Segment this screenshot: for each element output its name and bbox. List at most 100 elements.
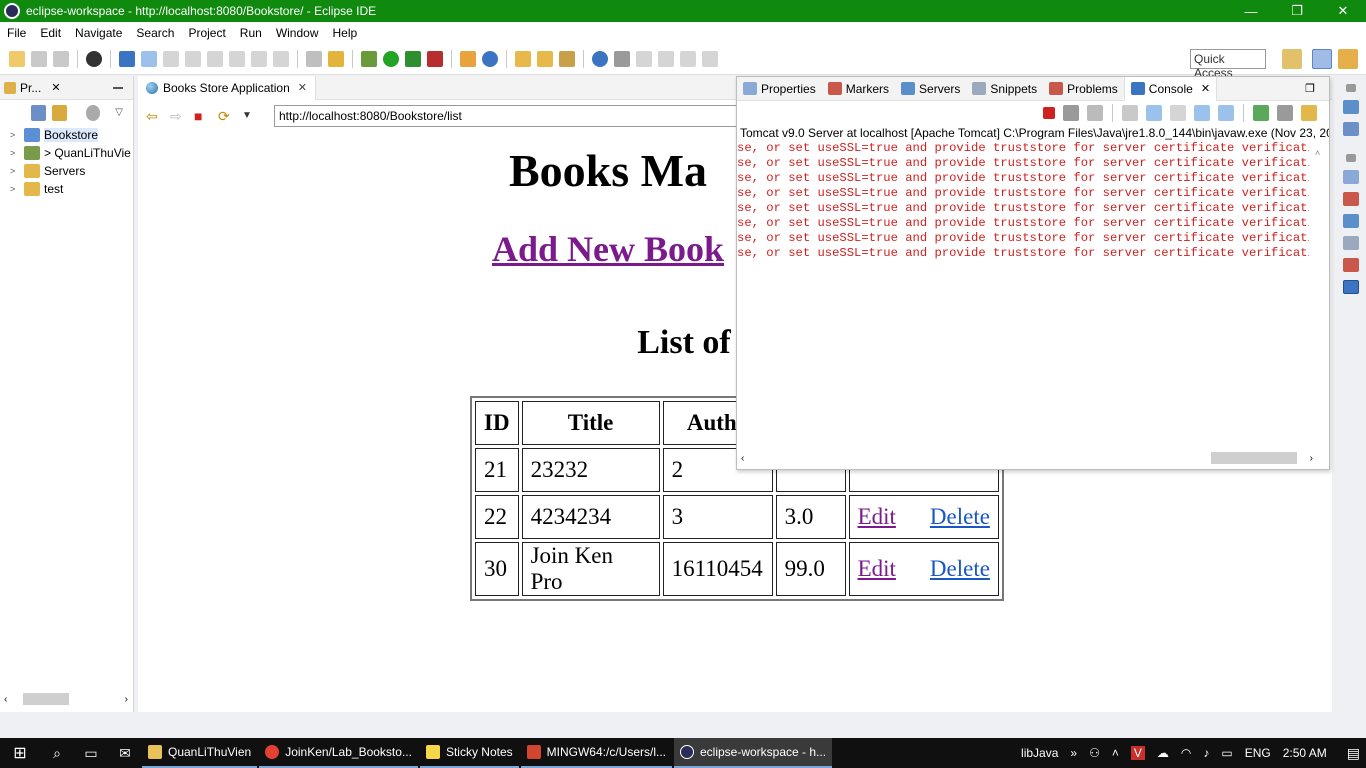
java-perspective-icon[interactable] <box>1338 49 1358 69</box>
outline-icon[interactable] <box>1343 122 1359 136</box>
tab-properties[interactable]: Properties <box>737 77 822 101</box>
tab-books-store-application[interactable]: Books Store Application ✕ <box>138 75 316 100</box>
back-arrow-icon[interactable]: ⇦ <box>146 108 162 124</box>
show-hidden-icons-icon[interactable]: ˄ <box>1112 746 1119 760</box>
suspend-icon[interactable] <box>185 50 201 67</box>
restore-button[interactable]: ❐ <box>1274 0 1320 22</box>
edit-link[interactable]: Edit <box>858 556 896 581</box>
collapse-all-icon[interactable] <box>31 105 46 121</box>
previous-annotation-icon[interactable] <box>658 50 674 67</box>
markers-icon[interactable] <box>1343 192 1359 206</box>
language-indicator[interactable]: ENG <box>1245 746 1271 760</box>
horizontal-scrollbar[interactable]: ‹ › <box>4 692 128 706</box>
menu-navigate[interactable]: Navigate <box>68 26 129 40</box>
pin-console-icon[interactable] <box>1253 105 1269 121</box>
display-selected-console-icon[interactable] <box>1277 105 1293 121</box>
vertical-scrollbar[interactable]: ˄ <box>1315 145 1325 449</box>
remove-all-icon[interactable] <box>1087 105 1103 121</box>
tab-markers[interactable]: Markers <box>822 77 895 101</box>
close-icon[interactable]: ✕ <box>298 81 307 94</box>
open-type-icon[interactable] <box>515 50 531 67</box>
menu-window[interactable]: Window <box>269 26 326 40</box>
clock[interactable]: 2:50 AM <box>1283 746 1327 760</box>
maximize-icon[interactable]: ❐ <box>1305 82 1315 95</box>
menu-search[interactable]: Search <box>129 26 181 40</box>
new-java-project-icon[interactable] <box>460 50 476 67</box>
stop-icon[interactable]: ■ <box>194 108 210 124</box>
save-all-icon[interactable] <box>53 50 69 67</box>
view-menu-icon[interactable]: ▽ <box>115 105 130 121</box>
battery-icon[interactable]: ▭ <box>1221 746 1232 760</box>
tree-item-servers[interactable]: > Servers <box>0 162 133 180</box>
terminate-icon[interactable] <box>207 50 223 67</box>
remove-launch-icon[interactable] <box>1063 105 1079 121</box>
taskbar-app-quanlithuvien[interactable]: QuanLiThuVien <box>142 738 258 768</box>
onedrive-icon[interactable]: ☁ <box>1157 746 1169 760</box>
mail-icon[interactable]: ✉ <box>108 745 142 762</box>
expand-icon[interactable]: > <box>10 148 18 158</box>
antivirus-icon[interactable]: V <box>1130 746 1145 760</box>
problems-icon[interactable] <box>1343 258 1359 272</box>
close-icon[interactable]: ✕ <box>1201 82 1210 95</box>
scrollbar-thumb[interactable] <box>1211 452 1297 464</box>
volume-icon[interactable]: ♪ <box>1203 746 1209 760</box>
project-explorer-tab[interactable]: Pr... ✕ <box>0 76 133 100</box>
clear-console-icon[interactable] <box>1122 105 1138 121</box>
delete-link[interactable]: Delete <box>930 504 990 529</box>
terminate-icon[interactable] <box>1043 107 1055 119</box>
edit-link[interactable]: Edit <box>858 504 896 529</box>
terminal-icon[interactable] <box>119 50 135 67</box>
people-icon[interactable]: ⚇ <box>1089 746 1100 760</box>
tab-console[interactable]: Console ✕ <box>1123 76 1218 101</box>
notifications-icon[interactable]: ▤ <box>1347 745 1360 762</box>
menu-help[interactable]: Help <box>326 26 365 40</box>
scroll-up-icon[interactable]: ˄ <box>1315 148 1320 158</box>
search-icon[interactable]: ⌕ <box>40 745 74 762</box>
menu-run[interactable]: Run <box>233 26 269 40</box>
tab-snippets[interactable]: Snippets <box>966 77 1043 101</box>
back-icon[interactable] <box>680 50 696 67</box>
url-input[interactable]: http://localhost:8080/Bookstore/list <box>274 105 764 127</box>
link-with-editor-icon[interactable] <box>51 105 67 121</box>
step-into-icon[interactable] <box>229 50 245 67</box>
toggle-icon[interactable] <box>306 50 322 67</box>
refresh-icon[interactable]: ⟳ <box>218 108 234 124</box>
new-icon[interactable] <box>9 50 25 67</box>
taskbar-app-mingw64[interactable]: MINGW64:/c/Users/l... <box>520 738 672 768</box>
focus-icon[interactable] <box>85 105 101 121</box>
task-list-icon[interactable] <box>1343 100 1359 114</box>
toolbar-label[interactable]: libJava <box>1021 746 1058 760</box>
web-browser-icon[interactable] <box>592 50 608 67</box>
tab-problems[interactable]: Problems <box>1043 77 1124 101</box>
new-class-icon[interactable] <box>482 50 498 67</box>
close-button[interactable]: ✕ <box>1320 0 1366 22</box>
scroll-left-icon[interactable]: ‹ <box>4 694 7 705</box>
task-view-icon[interactable]: ▭ <box>74 745 108 762</box>
menu-file[interactable]: File <box>0 26 33 40</box>
scroll-right-icon[interactable]: › <box>1310 453 1313 464</box>
debug-icon[interactable] <box>361 50 377 67</box>
menu-project[interactable]: Project <box>181 26 232 40</box>
properties-icon[interactable] <box>1343 170 1359 184</box>
minimize-icon[interactable] <box>113 86 123 89</box>
delete-link[interactable]: Delete <box>930 556 990 581</box>
windows-start-icon[interactable]: ⊞ <box>0 743 40 763</box>
taskbar-app-chrome[interactable]: JoinKen/Lab_Booksto... <box>259 738 418 768</box>
step-return-icon[interactable] <box>273 50 289 67</box>
scroll-lock-icon[interactable] <box>1146 105 1162 121</box>
horizontal-scrollbar[interactable]: ‹ › <box>741 451 1313 465</box>
word-wrap-icon[interactable] <box>1170 105 1186 121</box>
save-icon[interactable] <box>31 50 47 67</box>
scroll-left-icon[interactable]: ‹ <box>741 453 744 464</box>
quick-access-input[interactable]: Quick Access <box>1190 49 1266 80</box>
scrollbar-thumb[interactable] <box>23 693 70 705</box>
tray-chevron-icon[interactable]: » <box>1070 746 1077 760</box>
open-perspective-icon[interactable] <box>1282 49 1302 69</box>
menu-edit[interactable]: Edit <box>33 26 68 40</box>
annotation-icon[interactable] <box>614 50 630 67</box>
java-ee-perspective-icon[interactable] <box>1312 49 1332 69</box>
run-icon[interactable] <box>383 50 399 67</box>
expand-icon[interactable]: > <box>10 166 18 176</box>
open-console-icon[interactable] <box>1301 105 1317 121</box>
console-icon[interactable] <box>1343 280 1359 294</box>
